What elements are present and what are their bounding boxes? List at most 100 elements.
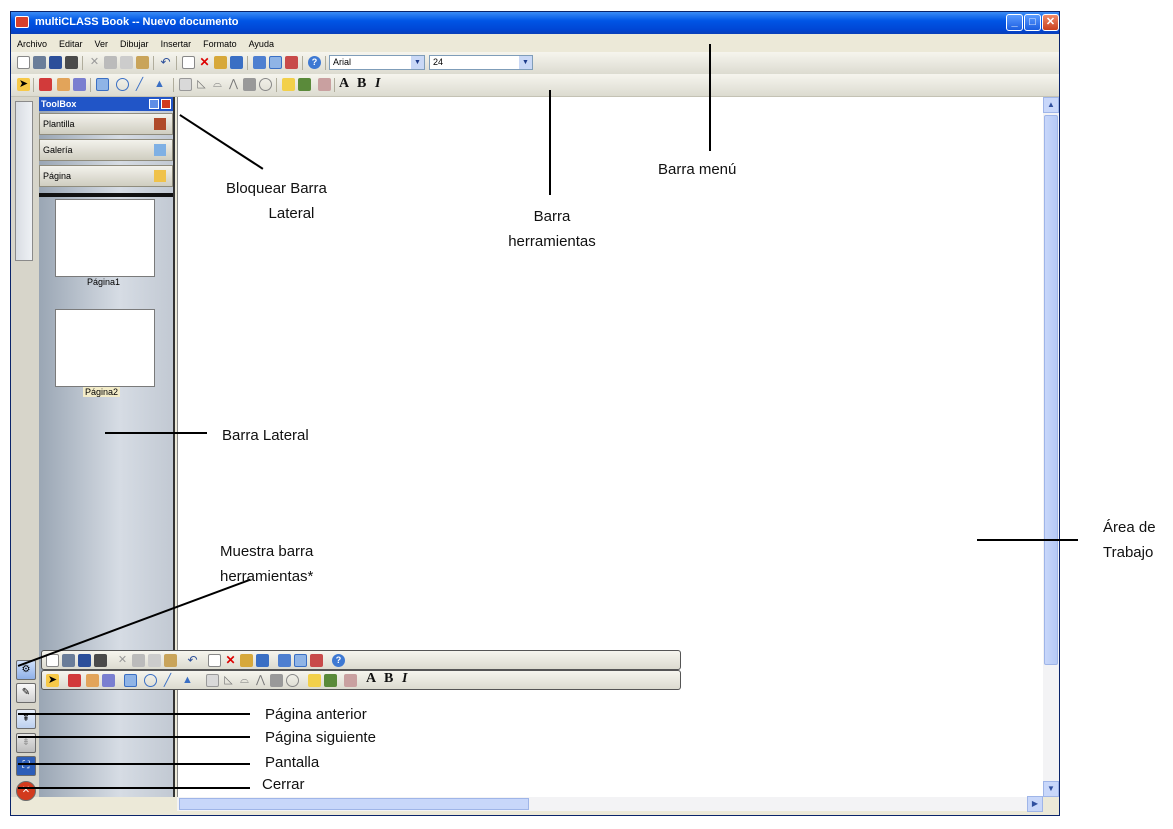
horizontal-scrollbar[interactable]: ▶ bbox=[177, 796, 1043, 812]
italic-button[interactable]: I bbox=[375, 76, 380, 92]
screen-capture-icon[interactable] bbox=[285, 56, 298, 69]
minimize-button[interactable]: _ bbox=[1006, 14, 1023, 31]
ruler-icon[interactable] bbox=[206, 674, 219, 687]
undo-icon[interactable]: ↶ bbox=[186, 654, 199, 667]
delete-icon[interactable]: ✕ bbox=[88, 56, 101, 69]
print-icon[interactable] bbox=[33, 56, 46, 69]
compass-icon[interactable]: ⋀ bbox=[254, 674, 267, 687]
select-arrow-icon[interactable]: ➤ bbox=[46, 674, 59, 687]
bold-button[interactable]: B bbox=[384, 671, 393, 687]
text-tool-icon[interactable] bbox=[318, 78, 331, 91]
menu-formato[interactable]: Formato bbox=[197, 37, 243, 51]
line-icon[interactable]: ╱ bbox=[161, 674, 174, 687]
pen-icon[interactable] bbox=[68, 674, 81, 687]
export-icon[interactable] bbox=[65, 56, 78, 69]
insert-image-icon[interactable] bbox=[240, 654, 253, 667]
font-a-button[interactable]: A bbox=[339, 76, 349, 92]
calculator-icon[interactable] bbox=[243, 78, 256, 91]
notes-icon[interactable] bbox=[308, 674, 321, 687]
page-thumbnail-2[interactable] bbox=[55, 309, 155, 387]
new-icon[interactable] bbox=[46, 654, 59, 667]
cut-icon[interactable] bbox=[104, 56, 117, 69]
close-app-button[interactable]: ✕ bbox=[16, 781, 36, 801]
font-size-select[interactable]: 24 ▼ bbox=[429, 55, 533, 70]
save-icon[interactable] bbox=[78, 654, 91, 667]
menu-dibujar[interactable]: Dibujar bbox=[114, 37, 155, 51]
paste-icon[interactable] bbox=[164, 654, 177, 667]
menu-ayuda[interactable]: Ayuda bbox=[243, 37, 280, 51]
previous-page-button[interactable]: ⇞ bbox=[16, 709, 36, 729]
insert-image-icon[interactable] bbox=[214, 56, 227, 69]
new-page-icon[interactable] bbox=[182, 56, 195, 69]
save-page-icon[interactable] bbox=[256, 654, 269, 667]
notes-icon[interactable] bbox=[282, 78, 295, 91]
toolbox-pagina[interactable]: Página bbox=[39, 165, 173, 187]
scroll-thumb[interactable] bbox=[1044, 115, 1058, 665]
grid-icon[interactable] bbox=[294, 654, 307, 667]
draw-mode-button[interactable]: ✎ bbox=[16, 683, 36, 703]
protractor-icon[interactable]: ⌓ bbox=[238, 674, 251, 687]
close-window-button[interactable]: ✕ bbox=[1042, 14, 1059, 31]
copy-icon[interactable] bbox=[120, 56, 133, 69]
menu-ver[interactable]: Ver bbox=[89, 37, 115, 51]
menu-editar[interactable]: Editar bbox=[53, 37, 89, 51]
eraser-icon[interactable] bbox=[73, 78, 86, 91]
toolbox-plantilla[interactable]: Plantilla bbox=[39, 113, 173, 135]
highlighter-icon[interactable] bbox=[86, 674, 99, 687]
compass-icon[interactable]: ⋀ bbox=[227, 78, 240, 91]
font-name-select[interactable]: Arial ▼ bbox=[329, 55, 425, 70]
font-a-button[interactable]: A bbox=[366, 671, 376, 687]
vertical-scrollbar[interactable]: ▲ ▼ bbox=[1043, 97, 1059, 797]
edit-icon[interactable] bbox=[324, 674, 337, 687]
scroll-up-icon[interactable]: ▲ bbox=[1043, 97, 1059, 113]
grid-icon[interactable] bbox=[269, 56, 282, 69]
set-square-icon[interactable]: ◺ bbox=[222, 674, 235, 687]
calculator-icon[interactable] bbox=[270, 674, 283, 687]
fullscreen-button[interactable]: ⛶ bbox=[16, 756, 36, 776]
undo-icon[interactable]: ↶ bbox=[159, 56, 172, 69]
toolbox-galeria[interactable]: Galería bbox=[39, 139, 173, 161]
scroll-thumb[interactable] bbox=[179, 798, 529, 810]
menu-insertar[interactable]: Insertar bbox=[155, 37, 198, 51]
delete-page-icon[interactable]: ✕ bbox=[198, 56, 211, 69]
copy-icon[interactable] bbox=[148, 654, 161, 667]
scroll-down-icon[interactable]: ▼ bbox=[1043, 781, 1059, 797]
maximize-button[interactable]: □ bbox=[1024, 14, 1041, 31]
ellipse-icon[interactable] bbox=[144, 674, 157, 687]
screen-capture-icon[interactable] bbox=[310, 654, 323, 667]
new-icon[interactable] bbox=[17, 56, 30, 69]
triangle-icon[interactable]: ▲ bbox=[153, 78, 166, 91]
line-icon[interactable]: ╱ bbox=[133, 78, 146, 91]
help-icon[interactable]: ? bbox=[332, 654, 345, 667]
sidebar-tab[interactable] bbox=[15, 101, 33, 261]
save-page-icon[interactable] bbox=[230, 56, 243, 69]
lock-sidebar-icon[interactable] bbox=[161, 99, 171, 109]
export-icon[interactable] bbox=[94, 654, 107, 667]
text-tool-icon[interactable] bbox=[344, 674, 357, 687]
delete-page-icon[interactable]: ✕ bbox=[224, 654, 237, 667]
ruler-icon[interactable] bbox=[179, 78, 192, 91]
menu-archivo[interactable]: Archivo bbox=[11, 37, 53, 51]
bold-button[interactable]: B bbox=[357, 76, 366, 92]
eraser-icon[interactable] bbox=[102, 674, 115, 687]
pen-tool-icon[interactable] bbox=[253, 56, 266, 69]
edit-icon[interactable] bbox=[298, 78, 311, 91]
select-arrow-icon[interactable]: ➤ bbox=[17, 78, 30, 91]
clock-icon[interactable] bbox=[259, 78, 272, 91]
save-icon[interactable] bbox=[49, 56, 62, 69]
new-page-icon[interactable] bbox=[208, 654, 221, 667]
italic-button[interactable]: I bbox=[402, 671, 407, 687]
set-square-icon[interactable]: ◺ bbox=[195, 78, 208, 91]
pen-tool-icon[interactable] bbox=[278, 654, 291, 667]
delete-icon[interactable]: ✕ bbox=[116, 654, 129, 667]
rectangle-icon[interactable] bbox=[124, 674, 137, 687]
pen-icon[interactable] bbox=[39, 78, 52, 91]
paste-icon[interactable] bbox=[136, 56, 149, 69]
clock-icon[interactable] bbox=[286, 674, 299, 687]
pin-icon[interactable] bbox=[149, 99, 159, 109]
ellipse-icon[interactable] bbox=[116, 78, 129, 91]
protractor-icon[interactable]: ⌓ bbox=[211, 78, 224, 91]
help-icon[interactable]: ? bbox=[308, 56, 321, 69]
rectangle-icon[interactable] bbox=[96, 78, 109, 91]
page-thumbnail-1[interactable] bbox=[55, 199, 155, 277]
